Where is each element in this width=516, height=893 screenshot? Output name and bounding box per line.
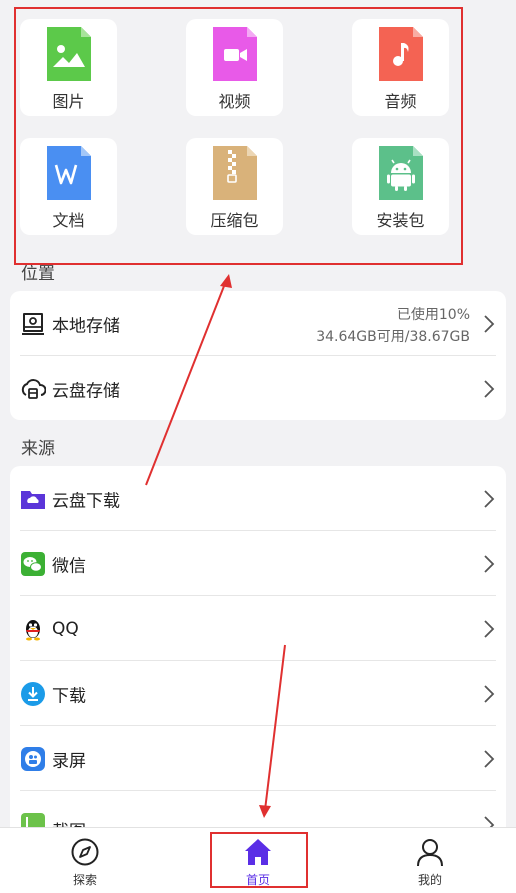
- cloud-drive-icon: [21, 378, 46, 399]
- source-label: 下载: [52, 686, 86, 706]
- source-card: 云盘下载 微信 QQ 下载 录屏: [10, 466, 506, 827]
- source-row-screenshot[interactable]: 截图: [10, 791, 506, 827]
- zip-file-icon: [212, 146, 257, 200]
- chevron-right-icon: [484, 489, 495, 508]
- image-file-icon: [46, 27, 91, 81]
- source-row-qq[interactable]: QQ: [10, 596, 506, 661]
- storage-capacity: 34.64GB可用/38.67GB: [316, 329, 470, 345]
- compass-icon: [71, 838, 99, 866]
- category-label: 音频: [384, 92, 417, 111]
- apk-file-icon: [378, 146, 423, 200]
- source-row-screen-record[interactable]: 录屏: [10, 726, 506, 791]
- screenshot-icon: [21, 813, 45, 827]
- user-icon: [417, 839, 443, 867]
- local-storage-label: 本地存储: [52, 316, 120, 336]
- nav-tab-mine[interactable]: 我的: [380, 828, 480, 893]
- wechat-icon: [21, 551, 45, 576]
- source-row-wechat[interactable]: 微信: [10, 531, 506, 596]
- location-card: 本地存储 已使用10% 34.64GB可用/38.67GB 云盘存储: [10, 291, 506, 420]
- chevron-right-icon: [484, 684, 495, 703]
- category-label: 图片: [52, 92, 85, 111]
- audio-file-icon: [378, 27, 423, 81]
- chevron-right-icon: [484, 379, 495, 398]
- source-label: QQ: [52, 618, 79, 639]
- source-label: 微信: [52, 556, 86, 576]
- source-section-title: 来源: [21, 439, 55, 459]
- cloud-storage-label: 云盘存储: [52, 381, 120, 401]
- nav-label: 首页: [245, 873, 270, 887]
- video-file-icon: [212, 27, 257, 81]
- category-tile-audio[interactable]: 音频: [352, 19, 449, 116]
- category-label: 视频: [218, 92, 251, 111]
- category-label: 文档: [52, 211, 85, 230]
- local-storage-row[interactable]: 本地存储 已使用10% 34.64GB可用/38.67GB: [10, 291, 506, 356]
- category-tile-videos[interactable]: 视频: [186, 19, 283, 116]
- category-tile-images[interactable]: 图片: [20, 19, 117, 116]
- home-icon: [245, 839, 271, 865]
- nav-label: 探索: [72, 873, 97, 887]
- chevron-right-icon: [484, 816, 495, 827]
- category-tile-archives[interactable]: 压缩包: [186, 138, 283, 235]
- chevron-right-icon: [484, 314, 495, 333]
- source-row-cloud-download[interactable]: 云盘下载: [10, 466, 506, 531]
- source-label: 录屏: [52, 751, 86, 771]
- nav-label: 我的: [417, 873, 442, 887]
- location-section-title: 位置: [21, 264, 55, 284]
- category-label: 安装包: [376, 211, 425, 230]
- chevron-right-icon: [484, 619, 495, 638]
- cloud-download-folder-icon: [21, 490, 45, 509]
- nav-tab-home[interactable]: 首页: [208, 828, 308, 893]
- download-icon: [21, 681, 45, 706]
- qq-penguin-icon: [26, 619, 40, 640]
- storage-used-percent: 已使用10%: [396, 307, 470, 323]
- category-tile-apks[interactable]: 安装包: [352, 138, 449, 235]
- chevron-right-icon: [484, 749, 495, 768]
- bottom-nav: 探索 首页 我的: [0, 827, 516, 893]
- source-label: 云盘下载: [52, 491, 120, 511]
- screen-record-icon: [21, 746, 45, 771]
- hard-drive-icon: [22, 312, 44, 335]
- nav-tab-explore[interactable]: 探索: [35, 828, 135, 893]
- category-tile-documents[interactable]: 文档: [20, 138, 117, 235]
- source-label: 截图: [52, 817, 86, 827]
- cloud-storage-row[interactable]: 云盘存储: [10, 356, 506, 420]
- source-row-downloads[interactable]: 下载: [10, 661, 506, 726]
- chevron-right-icon: [484, 554, 495, 573]
- document-file-icon: [46, 146, 91, 200]
- category-label: 压缩包: [210, 211, 259, 230]
